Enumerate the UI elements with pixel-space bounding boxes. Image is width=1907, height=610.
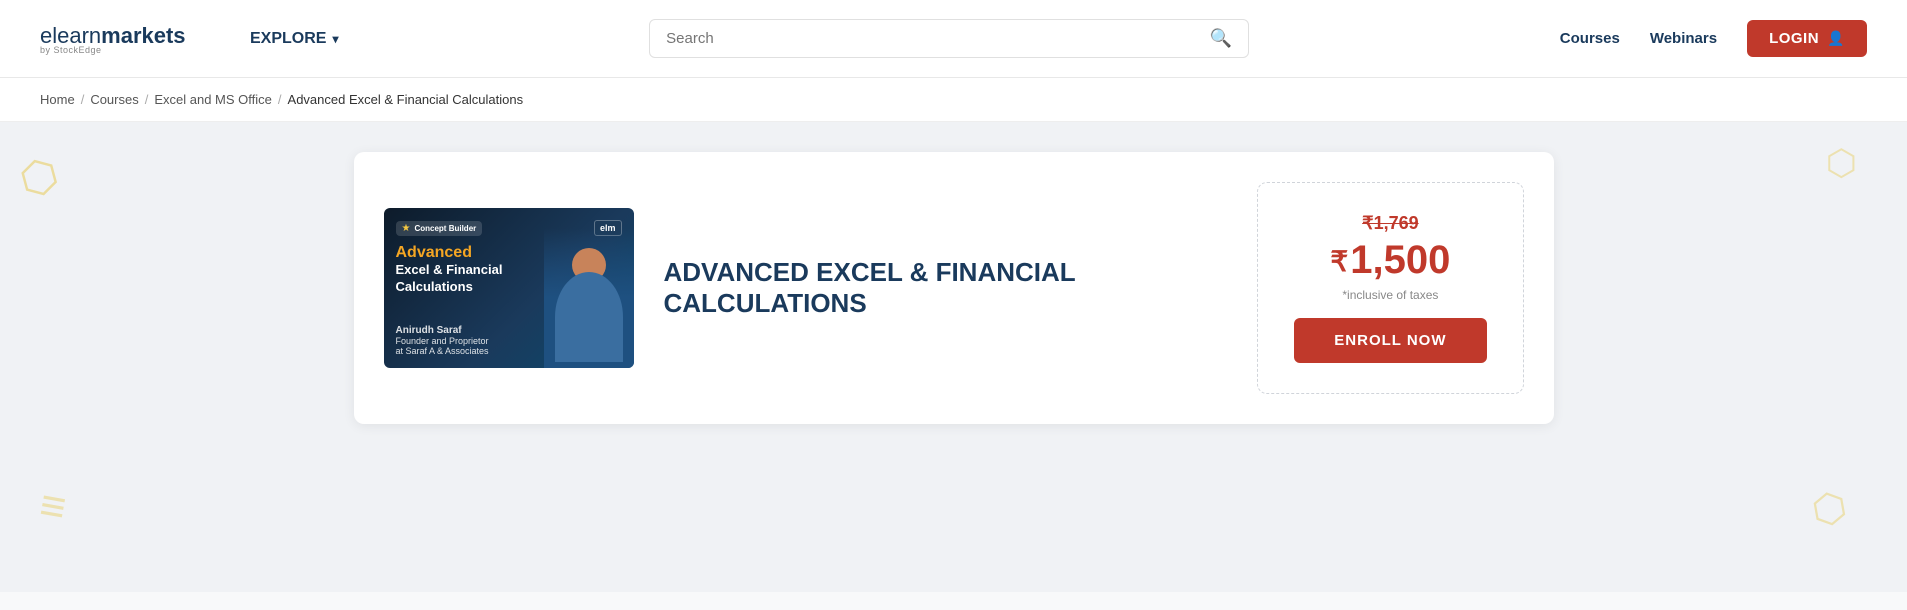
discounted-price: ₹ 1,500	[1330, 240, 1450, 280]
breadcrumb-sep-1: /	[81, 92, 85, 107]
logo-text: elearnmarkets	[40, 23, 186, 48]
header: elearnmarkets by StockEdge EXPLORE ▾ 🔍 C…	[0, 0, 1907, 78]
course-info: ADVANCED EXCEL & FINANCIAL CALCULATIONS	[664, 257, 1228, 319]
nav-courses[interactable]: Courses	[1560, 30, 1620, 47]
logo: elearnmarkets by StockEdge	[40, 23, 200, 55]
main-content: ⬡ ≡ ⬡ ⬡ ★ Concept Builder elm Advanced E…	[0, 122, 1907, 592]
deco-icon-top-left: ⬡	[14, 148, 64, 207]
pricing-box: ₹1,769 ₹ 1,500 *inclusive of taxes ENROL…	[1257, 182, 1523, 394]
instructor-avatar	[544, 228, 634, 368]
concept-badge-text: Concept Builder	[414, 224, 476, 233]
tax-note: *inclusive of taxes	[1342, 288, 1438, 302]
login-label: LOGIN	[1769, 30, 1819, 47]
breadcrumb-sep-3: /	[278, 92, 282, 107]
explore-label: EXPLORE	[250, 30, 326, 48]
original-price: ₹1,769	[1362, 213, 1419, 234]
deco-icon-bottom-right: ⬡	[1808, 483, 1850, 534]
search-input[interactable]	[666, 30, 1210, 47]
nav-webinars[interactable]: Webinars	[1650, 30, 1717, 47]
chevron-down-icon: ▾	[332, 32, 338, 46]
breadcrumb-category[interactable]: Excel and MS Office	[154, 92, 272, 107]
price-amount: 1,500	[1350, 240, 1450, 280]
breadcrumb-courses[interactable]: Courses	[90, 92, 138, 107]
search-bar: 🔍	[649, 19, 1249, 58]
deco-icon-bottom-left: ≡	[36, 480, 70, 534]
concept-badge: ★ Concept Builder	[396, 221, 483, 236]
breadcrumb-home[interactable]: Home	[40, 92, 75, 107]
login-button[interactable]: LOGIN 👤	[1747, 20, 1867, 57]
star-icon: ★	[402, 223, 411, 234]
breadcrumb-sep-2: /	[145, 92, 149, 107]
course-card: ★ Concept Builder elm Advanced Excel & F…	[354, 152, 1554, 424]
course-title: ADVANCED EXCEL & FINANCIAL CALCULATIONS	[664, 257, 1144, 319]
header-nav: Courses Webinars LOGIN 👤	[1560, 20, 1867, 57]
breadcrumb-current: Advanced Excel & Financial Calculations	[288, 92, 524, 107]
breadcrumb: Home / Courses / Excel and MS Office / A…	[0, 78, 1907, 122]
rupee-symbol: ₹	[1330, 248, 1348, 276]
deco-icon-top-right: ⬡	[1826, 142, 1857, 184]
course-thumbnail: ★ Concept Builder elm Advanced Excel & F…	[384, 208, 634, 368]
user-icon: 👤	[1827, 30, 1845, 47]
search-icon[interactable]: 🔍	[1210, 28, 1232, 49]
explore-button[interactable]: EXPLORE ▾	[240, 30, 349, 48]
enroll-button[interactable]: ENROLL NOW	[1294, 318, 1486, 363]
